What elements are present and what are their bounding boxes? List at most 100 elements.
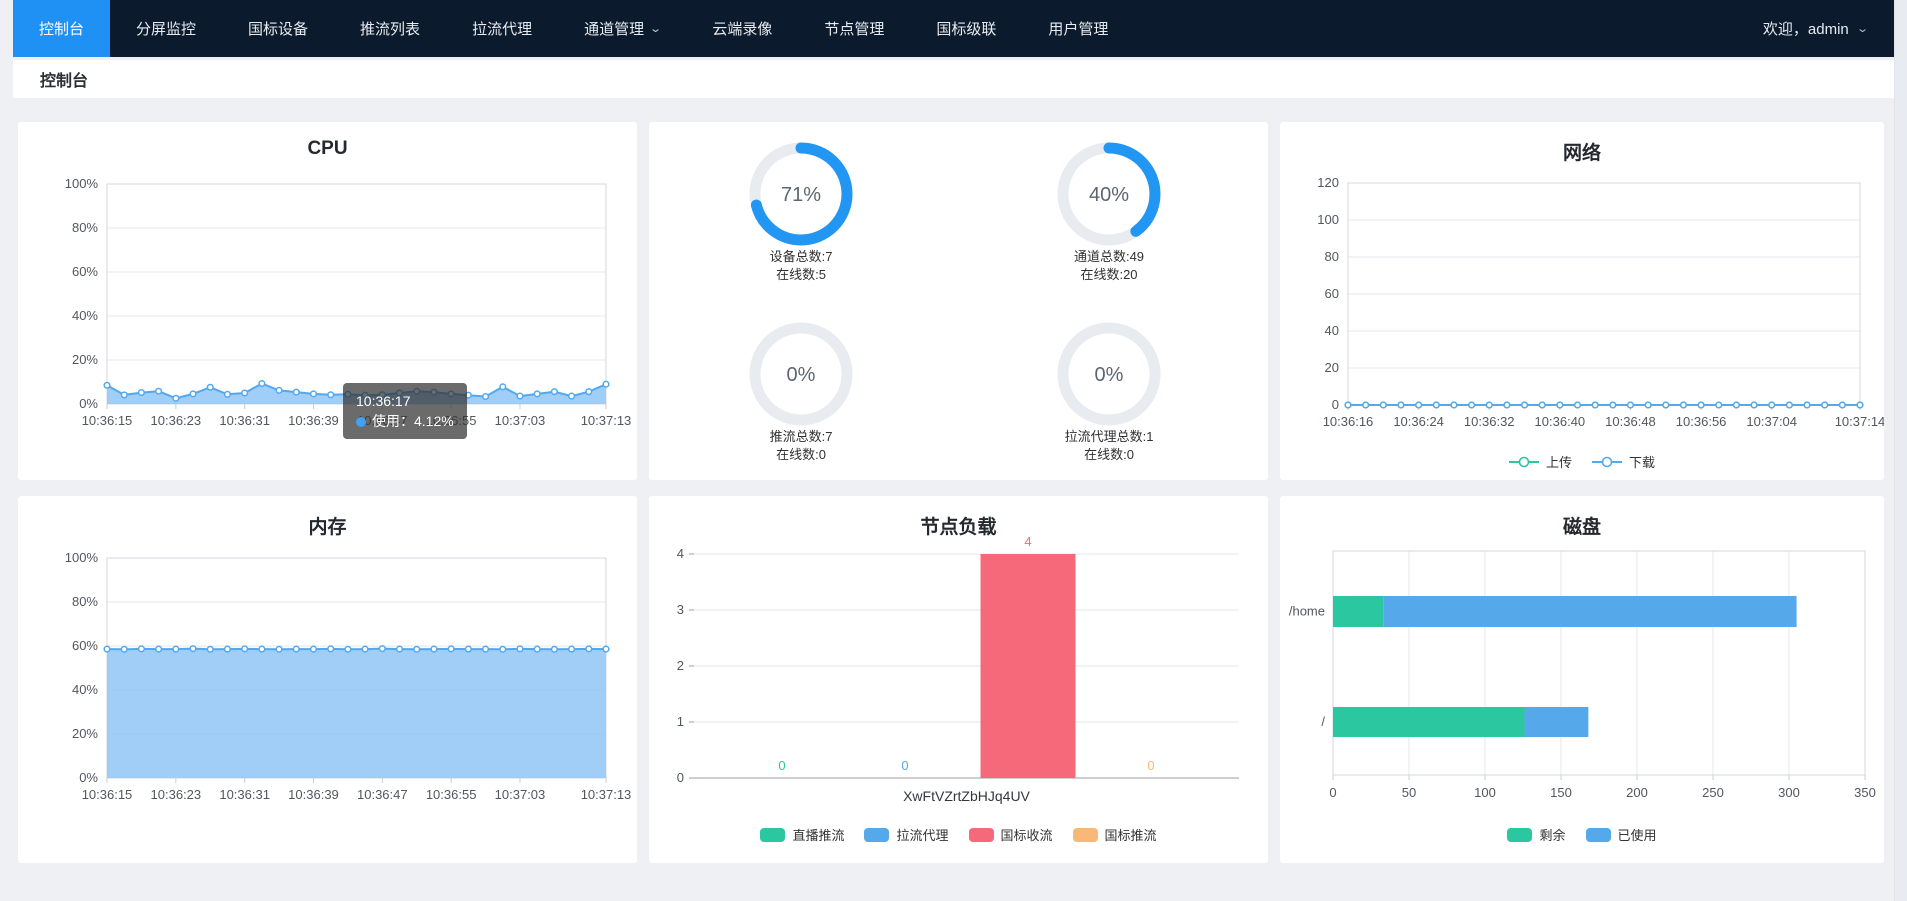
gauge-ring-icon: 0% — [1055, 320, 1163, 428]
svg-text:10:36:31: 10:36:31 — [219, 787, 270, 802]
panel-network: 网络 02040608010012010:36:1610:36:2410:36:… — [1280, 122, 1884, 480]
svg-text:200: 200 — [1626, 785, 1648, 800]
cpu-chart[interactable]: 0%20%40%60%80%100%10:36:1510:36:2310:36:… — [18, 122, 637, 480]
gauge-label: 在线数:0 — [1084, 446, 1134, 464]
svg-text:10:36:55: 10:36:55 — [426, 413, 477, 428]
svg-text:0%: 0% — [1095, 364, 1124, 386]
svg-text:10:36:39: 10:36:39 — [288, 413, 339, 428]
disk-legend: 剩余 已使用 — [1280, 825, 1884, 844]
legend-item[interactable]: 直播推流 — [760, 825, 844, 844]
svg-text:10:37:13: 10:37:13 — [581, 413, 632, 428]
nav-item-5[interactable]: 拉流代理 — [446, 0, 558, 57]
nav-item-10[interactable]: 用户管理 — [1022, 0, 1134, 57]
legend-label: 国标推流 — [1105, 825, 1157, 844]
svg-text:0: 0 — [1332, 397, 1339, 412]
node-load-chart[interactable]: 012340040XwFtVZrtZbHJq4UV — [649, 496, 1268, 863]
nav-item-7[interactable]: 云端录像 — [686, 0, 798, 57]
svg-text:10:36:32: 10:36:32 — [1464, 414, 1515, 429]
nav-item-label: 通道管理 — [584, 18, 644, 39]
panel-node-load: 节点负载 012340040XwFtVZrtZbHJq4UV 直播推流拉流代理国… — [649, 496, 1268, 863]
svg-text:10:36:56: 10:36:56 — [1676, 414, 1727, 429]
svg-text:100%: 100% — [65, 550, 99, 565]
nav-item-8[interactable]: 节点管理 — [798, 0, 910, 57]
legend-label: 剩余 — [1539, 825, 1565, 844]
swatch-icon — [1507, 828, 1532, 842]
user-menu-label: 欢迎，admin — [1763, 18, 1849, 39]
svg-text:40%: 40% — [1089, 184, 1129, 206]
svg-text:10:37:14: 10:37:14 — [1835, 414, 1884, 429]
gauge-label: 拉流代理总数:1 — [1065, 428, 1154, 446]
svg-text:10:36:31: 10:36:31 — [219, 413, 270, 428]
svg-text:10:36:24: 10:36:24 — [1393, 414, 1444, 429]
svg-text:10:36:15: 10:36:15 — [82, 413, 133, 428]
line-marker-icon — [1592, 455, 1622, 469]
legend-item[interactable]: 拉流代理 — [864, 825, 948, 844]
svg-text:100%: 100% — [65, 176, 99, 191]
gauge-devices: 71%设备总数:7在线数:5 — [691, 140, 911, 284]
gauge-ring-icon: 40% — [1055, 140, 1163, 248]
nav-item-label: 云端录像 — [712, 18, 772, 39]
disk-chart[interactable]: 050100150200250300350/home/ — [1280, 496, 1884, 863]
panel-overview-gauges: 71%设备总数:7在线数:540%通道总数:49在线数:200%推流总数:7在线… — [649, 122, 1268, 480]
legend-item[interactable]: 国标推流 — [1073, 825, 1157, 844]
network-chart[interactable]: 02040608010012010:36:1610:36:2410:36:321… — [1280, 122, 1884, 480]
nav-item-label: 控制台 — [39, 18, 84, 39]
svg-text:10:36:39: 10:36:39 — [288, 787, 339, 802]
svg-text:0%: 0% — [79, 770, 98, 785]
legend-item[interactable]: 上传 — [1509, 452, 1572, 471]
navbar: 控制台 分屏监控国标设备 推流列表 拉流代理 通道管理 ⌄ 云端录像 节点管理 国标级联 用户管理… — [13, 0, 1895, 57]
scrollbar[interactable] — [1894, 0, 1907, 901]
gauge-pull-proxies: 0% 拉流代理总数:1在线数:0 — [999, 320, 1219, 464]
svg-text:300: 300 — [1778, 785, 1800, 800]
swatch-icon — [1073, 828, 1098, 842]
legend-item[interactable]: 下载 — [1592, 452, 1655, 471]
gauge-push-streams: 0%推流总数:7在线数:0 — [691, 320, 911, 464]
breadcrumb-bar: 控制台 — [13, 60, 1895, 98]
nav-item-label: 国标级联 — [936, 18, 996, 39]
svg-text:10:36:47: 10:36:47 — [357, 787, 408, 802]
chevron-down-icon: ⌄ — [649, 22, 662, 35]
svg-text:0: 0 — [778, 758, 785, 773]
svg-text:80: 80 — [1325, 249, 1339, 264]
svg-text:100: 100 — [1474, 785, 1496, 800]
nav-item-2[interactable]: 分屏监控 — [110, 0, 222, 57]
svg-text:XwFtVZrtZbHJq4UV: XwFtVZrtZbHJq4UV — [903, 788, 1030, 804]
memory-chart[interactable]: 0%20%40%60%80%100%10:36:1510:36:2310:36:… — [18, 496, 637, 863]
svg-text:71%: 71% — [781, 184, 821, 206]
svg-text:3: 3 — [677, 602, 684, 617]
svg-text:10:36:48: 10:36:48 — [1605, 414, 1656, 429]
legend-label: 国标收流 — [1001, 825, 1053, 844]
chevron-down-icon: ⌄ — [1856, 22, 1869, 35]
legend-item[interactable]: 国标收流 — [969, 825, 1053, 844]
swatch-icon — [969, 828, 994, 842]
panel-disk: 磁盘 050100150200250300350/home/ 剩余已使用 — [1280, 496, 1884, 863]
nav-item-6[interactable]: 通道管理 ⌄ — [558, 0, 686, 57]
nav-item-label: 推流列表 — [360, 18, 420, 39]
svg-text:100: 100 — [1317, 212, 1339, 227]
line-marker-icon — [1509, 455, 1539, 469]
nav-item-9[interactable]: 国标级联 — [910, 0, 1022, 57]
svg-text:60%: 60% — [72, 264, 98, 279]
svg-text:120: 120 — [1317, 175, 1339, 190]
legend-item[interactable]: 已使用 — [1586, 825, 1657, 844]
nav-item-3[interactable]: 国标设备 — [222, 0, 334, 57]
svg-text:10:36:40: 10:36:40 — [1535, 414, 1586, 429]
gauge-label: 推流总数:7 — [770, 428, 833, 446]
gauge-ring-icon: 0% — [747, 320, 855, 428]
nav-item-4[interactable]: 推流列表 — [334, 0, 446, 57]
legend-item[interactable]: 剩余 — [1507, 825, 1565, 844]
svg-text:0: 0 — [1329, 785, 1336, 800]
gauge-label: 在线数:5 — [776, 266, 826, 284]
svg-text:10:37:04: 10:37:04 — [1746, 414, 1797, 429]
nav-item-1[interactable]: 控制台 — [13, 0, 110, 57]
node-load-legend: 直播推流 拉流代理 国标收流 国标推流 — [649, 825, 1268, 844]
svg-text:40: 40 — [1325, 323, 1339, 338]
user-menu[interactable]: 欢迎，admin ⌄ — [1763, 0, 1895, 57]
legend-label: 已使用 — [1618, 825, 1657, 844]
nav-item-label: 拉流代理 — [472, 18, 532, 39]
svg-text:10:37:03: 10:37:03 — [495, 787, 546, 802]
svg-text:20%: 20% — [72, 352, 98, 367]
svg-text:10:37:03: 10:37:03 — [495, 413, 546, 428]
svg-text:350: 350 — [1854, 785, 1876, 800]
svg-text:250: 250 — [1702, 785, 1724, 800]
